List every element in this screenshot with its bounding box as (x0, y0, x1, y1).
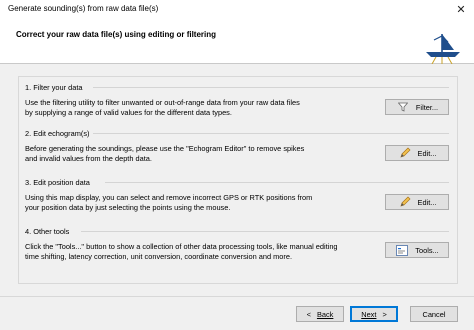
toolbox-icon (395, 244, 409, 256)
cancel-button[interactable]: Cancel (410, 306, 458, 322)
page-heading: Correct your raw data file(s) using edit… (16, 30, 217, 39)
section-divider (81, 231, 449, 232)
section-title-filter: 1. Filter your data (25, 83, 87, 92)
window-title: Generate sounding(s) from raw data file(… (8, 4, 159, 13)
filter-button[interactable]: Filter... (385, 99, 449, 115)
edit-echogram-button[interactable]: Edit... (385, 145, 449, 161)
tools-button-label: Tools... (415, 245, 439, 255)
cancel-label: Cancel (422, 309, 446, 319)
section-divider (105, 182, 449, 183)
footer-divider (0, 296, 474, 297)
tools-button[interactable]: Tools... (385, 242, 449, 258)
close-icon[interactable]: ✕ (448, 0, 474, 18)
survey-boat-logo-icon (426, 34, 460, 65)
pencil-icon (398, 196, 412, 208)
funnel-icon (396, 101, 410, 113)
desc-line: time shifting, latency correction, unit … (25, 252, 293, 261)
desc-line: Use the filtering utility to filter unwa… (25, 98, 300, 107)
title-bar: Generate sounding(s) from raw data file(… (0, 0, 474, 18)
edit-echogram-label: Edit... (417, 148, 437, 158)
desc-line: Click the "Tools..." button to show a co… (25, 242, 338, 251)
edit-position-label: Edit... (417, 197, 437, 207)
desc-line: and invalid values from the depth data. (25, 154, 152, 163)
next-label: Next (361, 309, 377, 319)
next-button[interactable]: Next > (350, 306, 398, 322)
pencil-icon (398, 147, 412, 159)
desc-line: by supplying a range of valid values for… (25, 108, 232, 117)
desc-line: Before generating the soundings, please … (25, 144, 305, 153)
section-description-position: Using this map display, you can select a… (25, 193, 355, 213)
section-description-filter: Use the filtering utility to filter unwa… (25, 98, 355, 118)
section-description-echogram: Before generating the soundings, please … (25, 144, 355, 164)
back-button[interactable]: < Back (296, 306, 344, 322)
section-title-tools: 4. Other tools (25, 227, 74, 236)
section-divider (93, 87, 449, 88)
wizard-body: 1. Filter your data Use the filtering ut… (0, 64, 474, 330)
desc-line: your position data by just selecting the… (25, 203, 231, 212)
section-description-tools: Click the "Tools..." button to show a co… (25, 242, 375, 262)
back-arrow: < (306, 309, 311, 319)
section-divider (93, 133, 449, 134)
back-label: Back (316, 309, 334, 319)
section-title-position: 3. Edit position data (25, 178, 94, 187)
wizard-header: Correct your raw data file(s) using edit… (0, 18, 474, 65)
filter-button-label: Filter... (415, 102, 439, 112)
desc-line: Using this map display, you can select a… (25, 193, 313, 202)
steps-panel: 1. Filter your data Use the filtering ut… (18, 76, 458, 284)
next-arrow: > (382, 309, 387, 319)
edit-position-button[interactable]: Edit... (385, 194, 449, 210)
section-title-echogram: 2. Edit echogram(s) (25, 129, 94, 138)
